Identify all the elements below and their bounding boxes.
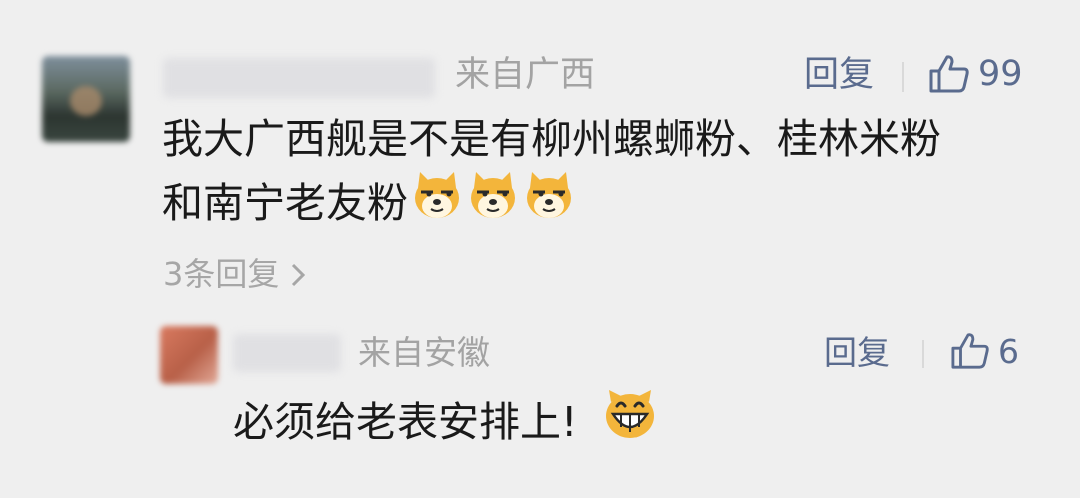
thumbs-up-icon bbox=[951, 333, 989, 369]
reply-text: 必须给老表安排上! bbox=[233, 397, 578, 446]
replier-avatar[interactable] bbox=[160, 326, 218, 384]
reply-like-count: 6 bbox=[998, 331, 1019, 371]
commenter-name-blurred[interactable] bbox=[163, 58, 435, 98]
reply-like-button[interactable]: 6 bbox=[950, 332, 1019, 370]
thumbs-up-icon bbox=[929, 55, 969, 93]
comment-reply-button[interactable]: 回复 bbox=[804, 58, 874, 93]
reply-reply-button[interactable]: 回复 bbox=[824, 336, 890, 369]
reply-text-row: 必须给老表安排上! bbox=[233, 386, 659, 457]
comment-like-button[interactable]: 99 bbox=[928, 54, 1023, 94]
view-replies-link[interactable]: 3条回复 bbox=[163, 258, 306, 290]
replier-name-blurred[interactable] bbox=[233, 334, 341, 372]
commenter-avatar[interactable] bbox=[42, 56, 130, 142]
doge-emoji bbox=[466, 168, 520, 237]
view-replies-label: 3条回复 bbox=[163, 255, 280, 293]
comment-text-line1: 我大广西舰是不是有柳州螺蛳粉、桂林米粉 bbox=[162, 115, 941, 163]
reply-location: 来自安徽 bbox=[358, 333, 490, 372]
comment-text-line2-row: 和南宁老友粉 bbox=[162, 168, 576, 237]
doge-emoji bbox=[410, 168, 464, 237]
comment-action-divider bbox=[902, 62, 904, 92]
comment-location: 来自广西 bbox=[455, 55, 596, 95]
reply-action-divider bbox=[922, 340, 924, 368]
grin-emoji bbox=[601, 386, 659, 457]
chevron-right-icon bbox=[290, 255, 306, 293]
doge-emoji bbox=[522, 168, 576, 237]
comment-like-count: 99 bbox=[978, 53, 1023, 94]
comment-text-line2: 和南宁老友粉 bbox=[162, 178, 408, 227]
